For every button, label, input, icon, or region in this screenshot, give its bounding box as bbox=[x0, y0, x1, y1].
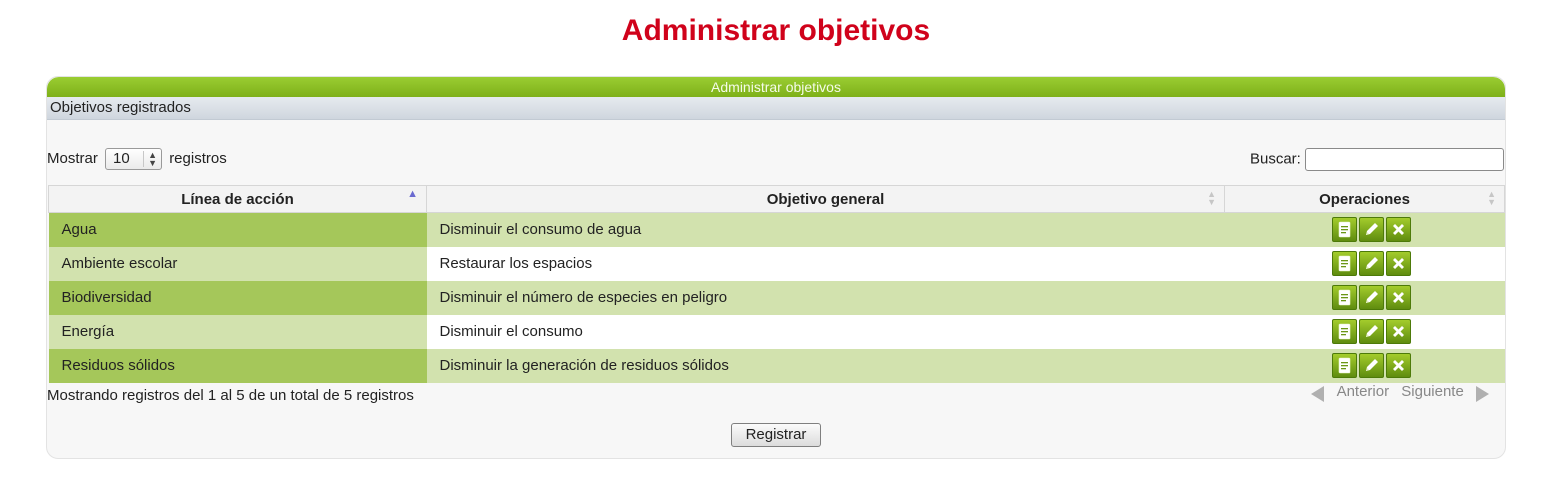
next-arrow-icon[interactable] bbox=[1476, 386, 1489, 403]
cell-objetivo: Restaurar los espacios bbox=[426, 246, 1225, 281]
table-controls: Mostrar 10 ▲ ▼ registros Buscar: bbox=[47, 148, 1505, 172]
cell-operaciones bbox=[1224, 280, 1505, 315]
records-label: registros bbox=[169, 150, 227, 167]
cell-linea: Agua bbox=[48, 212, 427, 247]
column-header-label: Línea de acción bbox=[181, 190, 294, 208]
table-row: Residuos sólidos Disminuir la generación … bbox=[48, 348, 1505, 383]
delete-button[interactable] bbox=[1385, 217, 1411, 243]
select-arrows-icon: ▲ ▼ bbox=[143, 151, 157, 168]
page-size-value: 10 bbox=[113, 150, 130, 168]
delete-button[interactable] bbox=[1385, 353, 1411, 378]
table-body: Agua Disminuir el consumo de agua Ambiente… bbox=[48, 212, 1505, 383]
edit-button[interactable] bbox=[1358, 251, 1384, 276]
view-button[interactable] bbox=[1331, 251, 1357, 276]
cell-operaciones bbox=[1224, 212, 1505, 247]
show-label: Mostrar bbox=[47, 150, 98, 167]
cell-objetivo: Disminuir el consumo de agua bbox=[426, 212, 1225, 247]
column-header-linea[interactable]: Línea de acción ▲ bbox=[48, 185, 427, 213]
cell-operaciones bbox=[1224, 246, 1505, 281]
sort-both-icon: ▲ ▼ bbox=[1487, 189, 1496, 207]
previous-arrow-icon[interactable] bbox=[1311, 386, 1325, 403]
edit-button[interactable] bbox=[1358, 319, 1384, 344]
table-row: Agua Disminuir el consumo de agua bbox=[48, 212, 1505, 247]
cell-objetivo: Disminuir la generación de residuos sóli… bbox=[426, 348, 1225, 383]
cell-linea: Ambiente escolar bbox=[48, 246, 427, 281]
delete-button[interactable] bbox=[1385, 319, 1411, 344]
delete-button[interactable] bbox=[1385, 285, 1411, 310]
table-header-row: Línea de acción ▲ Objetivo general ▲ ▼ Op… bbox=[48, 185, 1505, 213]
view-button[interactable] bbox=[1331, 285, 1357, 310]
page-title: Administrar objetivos bbox=[621, 14, 931, 47]
edit-button[interactable] bbox=[1358, 217, 1384, 243]
table-info: Mostrando registros del 1 al 5 de un tot… bbox=[47, 387, 414, 404]
page-size-select[interactable]: 10 ▲ ▼ bbox=[105, 148, 163, 171]
table-row: Biodiversidad Disminuir el número de espe… bbox=[48, 280, 1505, 315]
panel-header: Administrar objetivos bbox=[47, 77, 1505, 97]
cell-linea: Energía bbox=[48, 314, 427, 349]
register-button[interactable]: Registrar bbox=[731, 423, 821, 447]
pagination: Anterior Siguiente bbox=[1307, 383, 1493, 403]
column-header-objetivo[interactable]: Objetivo general ▲ ▼ bbox=[426, 185, 1225, 213]
previous-page-link[interactable]: Anterior bbox=[1337, 383, 1390, 400]
table-row: Energía Disminuir el consumo bbox=[48, 314, 1505, 349]
search-input[interactable] bbox=[1305, 148, 1504, 171]
cell-objetivo: Disminuir el consumo bbox=[426, 314, 1225, 349]
edit-button[interactable] bbox=[1358, 353, 1384, 378]
page-length-control: Mostrar 10 ▲ ▼ registros bbox=[47, 148, 227, 171]
column-header-operaciones[interactable]: Operaciones ▲ ▼ bbox=[1224, 185, 1505, 213]
column-header-label: Operaciones bbox=[1319, 190, 1410, 208]
cell-linea: Residuos sólidos bbox=[48, 348, 427, 383]
view-button[interactable] bbox=[1331, 217, 1357, 243]
cell-operaciones bbox=[1224, 348, 1505, 383]
search-label: Buscar: bbox=[1249, 150, 1301, 168]
table-row: Ambiente escolar Restaurar los espacios bbox=[48, 246, 1505, 281]
cell-operaciones bbox=[1224, 314, 1505, 349]
panel-subheader: Objetivos registrados bbox=[47, 97, 1505, 120]
sort-both-icon: ▲ ▼ bbox=[1207, 189, 1216, 207]
delete-button[interactable] bbox=[1385, 251, 1411, 276]
sort-ascending-icon: ▲ bbox=[407, 188, 418, 200]
next-page-link[interactable]: Siguiente bbox=[1401, 383, 1464, 400]
cell-linea: Biodiversidad bbox=[48, 280, 427, 315]
edit-button[interactable] bbox=[1358, 285, 1384, 310]
view-button[interactable] bbox=[1331, 353, 1357, 378]
cell-objetivo: Disminuir el número de especies en pelig… bbox=[426, 280, 1225, 315]
search-control: Buscar: bbox=[1250, 148, 1504, 171]
column-header-label: Objetivo general bbox=[766, 190, 885, 208]
view-button[interactable] bbox=[1331, 319, 1357, 344]
objectives-panel: Administrar objetivos Objetivos registra… bbox=[46, 76, 1506, 459]
objectives-table: Línea de acción ▲ Objetivo general ▲ ▼ Op… bbox=[48, 185, 1505, 383]
